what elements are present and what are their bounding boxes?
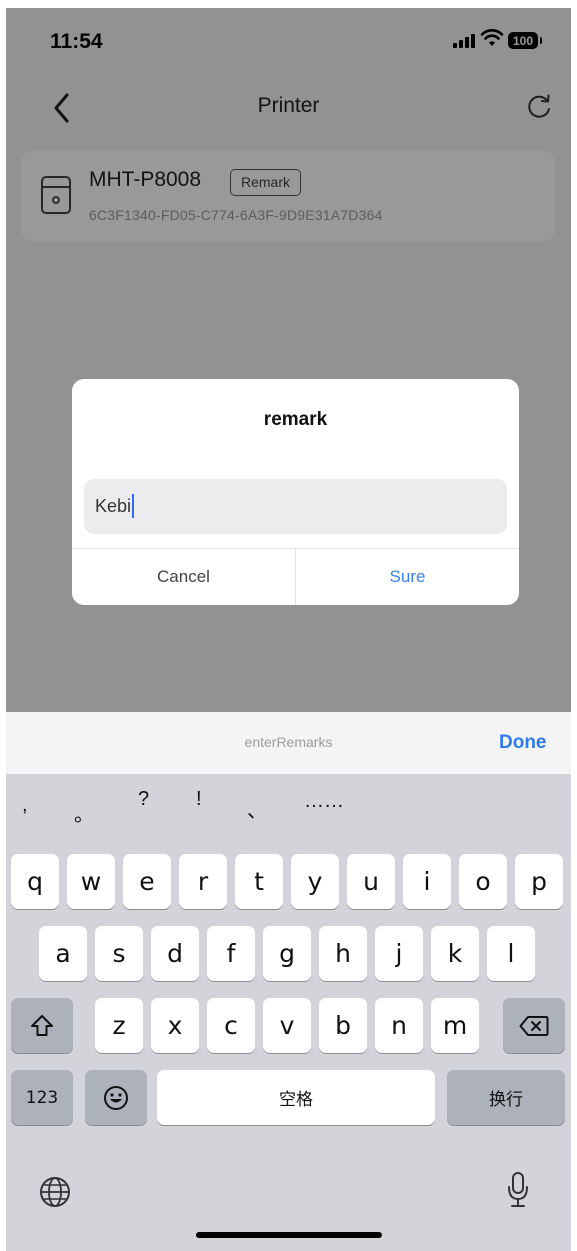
- done-button[interactable]: Done: [499, 732, 547, 754]
- backspace-icon: [519, 1015, 549, 1036]
- dialog-title: remark: [263, 409, 328, 430]
- key-k[interactable]: k: [431, 926, 479, 981]
- keyboard: , 。 ? ! 、 …… q w e r t y u i o p a s d f…: [6, 774, 571, 1251]
- microphone-icon[interactable]: [506, 1171, 530, 1211]
- emoji-key[interactable]: [85, 1070, 147, 1125]
- key-p[interactable]: p: [515, 854, 563, 909]
- key-v[interactable]: v: [263, 998, 311, 1053]
- remark-dialog: remark Kebi Cancel Sure: [72, 379, 519, 605]
- key-h[interactable]: h: [319, 926, 367, 981]
- shift-key[interactable]: [11, 998, 73, 1053]
- key-b[interactable]: b: [319, 998, 367, 1053]
- key-m[interactable]: m: [431, 998, 479, 1053]
- key-r[interactable]: r: [179, 854, 227, 909]
- key-g[interactable]: g: [263, 926, 311, 981]
- key-a[interactable]: a: [39, 926, 87, 981]
- key-u[interactable]: u: [347, 854, 395, 909]
- key-z[interactable]: z: [95, 998, 143, 1053]
- shift-icon: [31, 1014, 53, 1036]
- punct-key[interactable]: ,: [22, 794, 28, 817]
- phone-screen: 11:54 100 Printer MHT-P8008 Remark 6C3F1…: [6, 8, 571, 1251]
- key-x[interactable]: x: [151, 998, 199, 1053]
- key-j[interactable]: j: [375, 926, 423, 981]
- key-o[interactable]: o: [459, 854, 507, 909]
- remark-input[interactable]: Kebi: [84, 479, 507, 534]
- modal-overlay[interactable]: [6, 8, 571, 712]
- key-e[interactable]: e: [123, 854, 171, 909]
- punct-key[interactable]: 、: [247, 794, 267, 823]
- return-key[interactable]: 换行: [447, 1070, 565, 1125]
- key-t[interactable]: t: [235, 854, 283, 909]
- punct-key[interactable]: !: [196, 788, 202, 811]
- keyboard-accessory-bar: enterRemarks Done: [6, 712, 571, 774]
- home-indicator[interactable]: [196, 1232, 382, 1238]
- sure-button[interactable]: Sure: [296, 549, 519, 605]
- punct-key[interactable]: ?: [138, 788, 149, 811]
- accessory-placeholder: enterRemarks: [244, 734, 333, 750]
- key-d[interactable]: d: [151, 926, 199, 981]
- remark-input-value: Kebi: [95, 496, 132, 516]
- key-l[interactable]: l: [487, 926, 535, 981]
- key-s[interactable]: s: [95, 926, 143, 981]
- globe-icon[interactable]: [38, 1175, 72, 1209]
- text-caret: [132, 493, 135, 518]
- emoji-icon: [104, 1085, 128, 1110]
- punct-key[interactable]: ……: [304, 790, 344, 813]
- delete-key[interactable]: [503, 998, 565, 1053]
- numbers-key[interactable]: 123: [11, 1070, 73, 1125]
- punctuation-row: , 。 ? ! 、 ……: [6, 788, 571, 834]
- key-w[interactable]: w: [67, 854, 115, 909]
- key-i[interactable]: i: [403, 854, 451, 909]
- cancel-button[interactable]: Cancel: [72, 549, 295, 605]
- key-f[interactable]: f: [207, 926, 255, 981]
- key-n[interactable]: n: [375, 998, 423, 1053]
- key-y[interactable]: y: [291, 854, 339, 909]
- key-q[interactable]: q: [11, 854, 59, 909]
- space-key[interactable]: 空格: [157, 1070, 435, 1125]
- punct-key[interactable]: 。: [74, 798, 94, 827]
- key-c[interactable]: c: [207, 998, 255, 1053]
